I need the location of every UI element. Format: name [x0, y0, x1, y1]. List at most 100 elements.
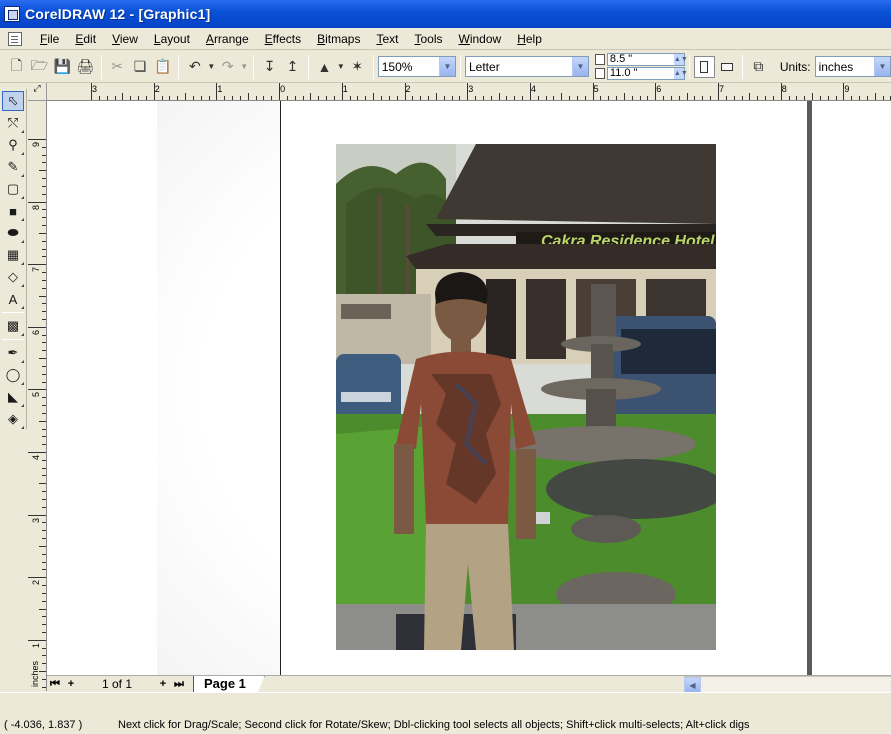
paper-size-fields: 8.5 " ▲▼ 11.0 " ▲▼ [594, 53, 688, 80]
page-width-value: 8.5 " [609, 53, 633, 65]
paper-type-dropdown[interactable]: Letter ▼ [465, 56, 589, 77]
vertical-ruler[interactable]: inches 9 8 7 6 5 4 3 2 1 [28, 101, 47, 691]
menu-view[interactable]: View [104, 32, 146, 46]
ruler-v-label: 3 [31, 517, 41, 523]
ruler-tick [42, 561, 46, 563]
ruler-tick [647, 96, 649, 100]
toolbar-separator [100, 54, 102, 79]
menu-text[interactable]: Text [368, 32, 406, 46]
application-launcher-icon[interactable]: ▲ [314, 56, 335, 78]
ruler-tick [443, 96, 445, 100]
chevron-down-icon[interactable]: ▼ [873, 57, 890, 76]
toolbar-separator [253, 54, 255, 79]
page-height-field[interactable]: 11.0 " ▲▼ [606, 67, 688, 80]
corel-online-icon[interactable]: ✶ [347, 56, 368, 78]
ruler-tick [866, 96, 868, 100]
ruler-tick [42, 475, 46, 477]
interactive-blend-tool-icon[interactable]: ▩ [2, 316, 24, 336]
ruler-tick [42, 506, 46, 508]
redo-icon[interactable]: ↷ [217, 56, 238, 78]
ruler-tick [341, 83, 343, 100]
menu-bitmaps[interactable]: Bitmaps [309, 32, 368, 46]
shape-tool-icon[interactable]: ⤲ [2, 113, 24, 133]
window-title: CorelDRAW 12 - [Graphic1] [25, 6, 211, 22]
ruler-tick [490, 96, 492, 100]
print-icon[interactable]: 🖨 [75, 56, 96, 78]
ruler-tick [396, 96, 398, 100]
add-page-after-icon[interactable]: + [155, 678, 171, 690]
menu-help[interactable]: Help [509, 32, 550, 46]
landscape-button[interactable] [717, 56, 738, 78]
ruler-tick [28, 514, 46, 516]
menu-window[interactable]: Window [451, 32, 510, 46]
undo-icon[interactable]: ↶ [184, 56, 205, 78]
ruler-tick [710, 96, 712, 100]
app-icon[interactable] [4, 6, 20, 22]
import-icon[interactable]: ↧ [259, 56, 280, 78]
launcher-dropdown-icon[interactable]: ▼ [337, 56, 345, 78]
paste-icon[interactable]: 📋 [153, 56, 174, 78]
menu-layout[interactable]: Layout [146, 32, 198, 46]
ellipse-tool-icon[interactable]: ⬬ [2, 223, 24, 243]
outline-tool-icon[interactable]: ◯ [2, 365, 24, 385]
drawing-canvas[interactable]: Cakra Residence Hotel [47, 101, 891, 675]
ruler-tick [28, 264, 46, 266]
first-page-icon[interactable]: ⏮ [47, 678, 63, 691]
scroll-left-icon[interactable]: ◀ [684, 677, 701, 693]
copy-icon[interactable]: ❏ [130, 56, 151, 78]
ruler-tick [42, 522, 46, 524]
smart-fill-tool-icon[interactable]: ▢ [2, 179, 24, 199]
zoom-tool-icon[interactable]: ⚲ [2, 135, 24, 155]
horizontal-scrollbar[interactable]: ◀ [684, 676, 891, 693]
add-page-before-icon[interactable]: + [63, 678, 79, 690]
ruler-h-label: 1 [217, 84, 223, 94]
spin-icon[interactable]: ▲▼ [673, 68, 688, 79]
ruler-tick [42, 334, 46, 336]
ruler-tick [192, 96, 194, 100]
all-pages-icon[interactable]: ⧉ [748, 56, 769, 78]
horizontal-ruler[interactable]: 3 2 1 0 1 2 3 4 5 6 7 8 9 [47, 83, 891, 101]
freehand-tool-icon[interactable]: ✎ [2, 157, 24, 177]
fill-tool-icon[interactable]: ◣ [2, 387, 24, 407]
export-icon[interactable]: ↥ [282, 56, 303, 78]
document-icon[interactable] [8, 31, 22, 46]
menu-arrange[interactable]: Arrange [198, 32, 257, 46]
menu-edit[interactable]: Edit [67, 32, 104, 46]
menu-effects[interactable]: Effects [257, 32, 309, 46]
basic-shapes-tool-icon[interactable]: ◇ [2, 267, 24, 287]
units-dropdown[interactable]: inches ▼ [814, 56, 891, 77]
ruler-origin-icon[interactable]: ⤢ [28, 83, 47, 101]
ruler-tick [42, 405, 46, 407]
cut-icon[interactable]: ✂ [107, 56, 128, 78]
chevron-down-icon[interactable]: ▼ [439, 57, 455, 76]
menu-file[interactable]: File [32, 32, 67, 46]
interactive-fill-tool-icon[interactable]: ◈ [2, 409, 24, 429]
save-icon[interactable]: 💾 [52, 56, 73, 78]
ruler-tick [42, 467, 46, 469]
text-tool-icon[interactable]: A [2, 289, 24, 309]
page-tab[interactable]: Page 1 [193, 675, 265, 693]
spin-icon[interactable]: ▲▼ [673, 54, 688, 65]
pick-tool-icon[interactable]: ⬁ [2, 91, 24, 111]
menu-tools[interactable]: Tools [406, 32, 450, 46]
ruler-tick [98, 96, 100, 100]
redo-dropdown-icon[interactable]: ▼ [240, 56, 248, 78]
last-page-icon[interactable]: ⏭ [171, 678, 187, 691]
ruler-tick [106, 96, 108, 100]
eyedropper-tool-icon[interactable]: ✒ [2, 343, 24, 363]
undo-dropdown-icon[interactable]: ▼ [207, 56, 215, 78]
page-width-field[interactable]: 8.5 " ▲▼ [606, 53, 688, 66]
zoom-level-dropdown[interactable]: 150% ▼ [377, 56, 456, 77]
selected-photo-bitmap[interactable]: Cakra Residence Hotel [336, 144, 716, 650]
ruler-tick [788, 96, 790, 100]
open-icon[interactable]: 🗁 [29, 56, 50, 78]
new-document-icon[interactable]: 🗋 [6, 56, 27, 78]
rectangle-tool-icon[interactable]: ■ [2, 201, 24, 221]
graph-paper-tool-icon[interactable]: ▦ [2, 245, 24, 265]
ruler-tick [42, 538, 46, 540]
ruler-tick [498, 93, 500, 100]
chevron-down-icon[interactable]: ▼ [571, 57, 588, 76]
portrait-button[interactable] [693, 55, 715, 78]
ruler-tick [42, 311, 46, 313]
ruler-tick [42, 272, 46, 274]
